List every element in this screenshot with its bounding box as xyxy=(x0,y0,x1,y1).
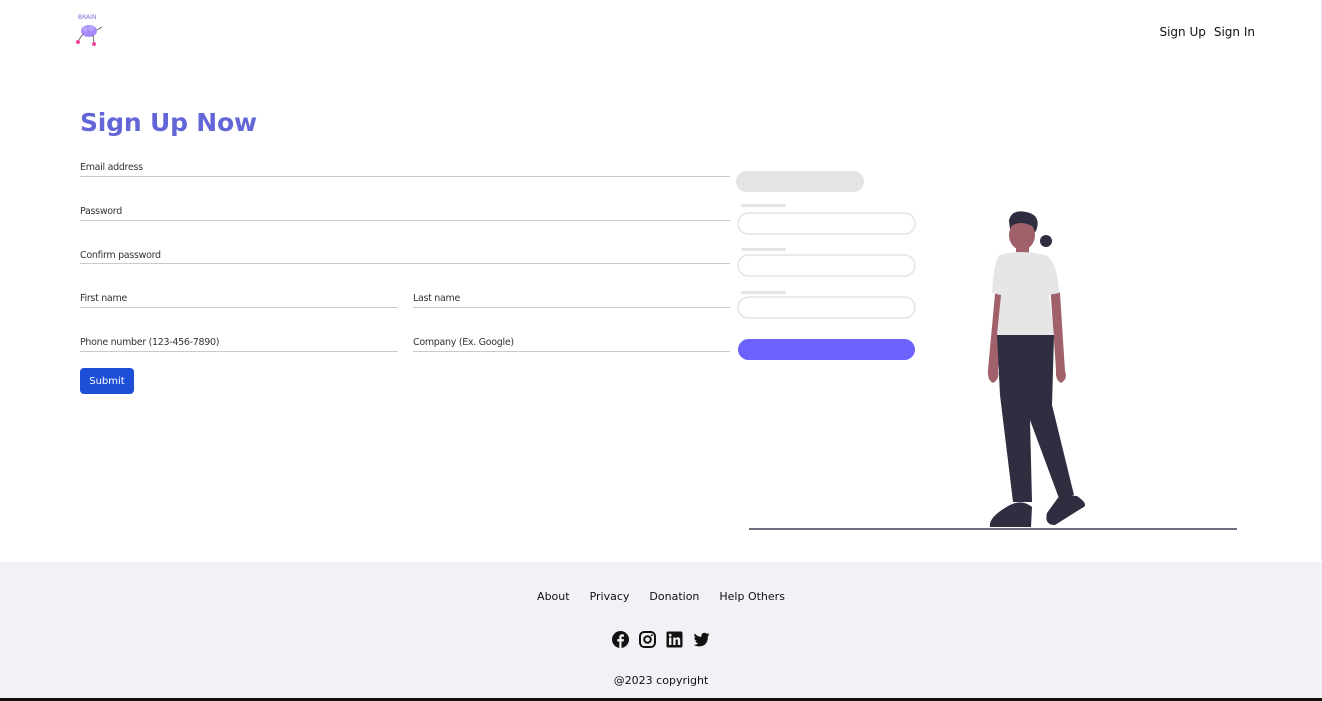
last-name-input[interactable] xyxy=(413,289,730,304)
nav-sign-in[interactable]: Sign In xyxy=(1214,25,1255,39)
footer-link-about[interactable]: About xyxy=(537,590,570,603)
company-input[interactable] xyxy=(413,333,730,348)
top-nav: Sign Up Sign In xyxy=(1159,25,1255,39)
company-field xyxy=(413,330,730,352)
copyright-text: @2023 copyright xyxy=(613,674,709,687)
footer-links: About Privacy Donation Help Others xyxy=(0,590,1322,603)
social-links xyxy=(0,631,1322,648)
footer: About Privacy Donation Help Others @2023… xyxy=(0,562,1322,698)
password-input[interactable] xyxy=(80,202,730,217)
phone-input[interactable] xyxy=(80,333,398,348)
footer-link-privacy[interactable]: Privacy xyxy=(590,590,630,603)
logo-text: BRAIN xyxy=(78,14,96,21)
linkedin-icon[interactable] xyxy=(666,631,683,648)
last-name-field xyxy=(413,286,730,308)
footer-link-help-others[interactable]: Help Others xyxy=(719,590,785,603)
confirm-password-input[interactable] xyxy=(80,246,730,261)
email-input[interactable] xyxy=(80,158,730,173)
signup-illustration xyxy=(730,165,1250,535)
email-field xyxy=(80,155,730,177)
signup-page: BRAIN Sign Up Sign In Sign Up Now S xyxy=(0,0,1322,701)
password-field xyxy=(80,199,730,221)
facebook-icon[interactable] xyxy=(612,631,629,648)
first-name-input[interactable] xyxy=(80,289,398,304)
brain-logo[interactable]: BRAIN xyxy=(74,12,104,48)
page-title: Sign Up Now xyxy=(80,108,257,137)
confirm-password-field xyxy=(80,243,730,264)
phone-field xyxy=(80,330,398,352)
nav-sign-up[interactable]: Sign Up xyxy=(1159,25,1205,39)
submit-button[interactable]: Submit xyxy=(80,368,134,394)
instagram-icon[interactable] xyxy=(639,631,656,648)
first-name-field xyxy=(80,286,398,308)
twitter-icon[interactable] xyxy=(693,631,710,648)
footer-link-donation[interactable]: Donation xyxy=(649,590,699,603)
